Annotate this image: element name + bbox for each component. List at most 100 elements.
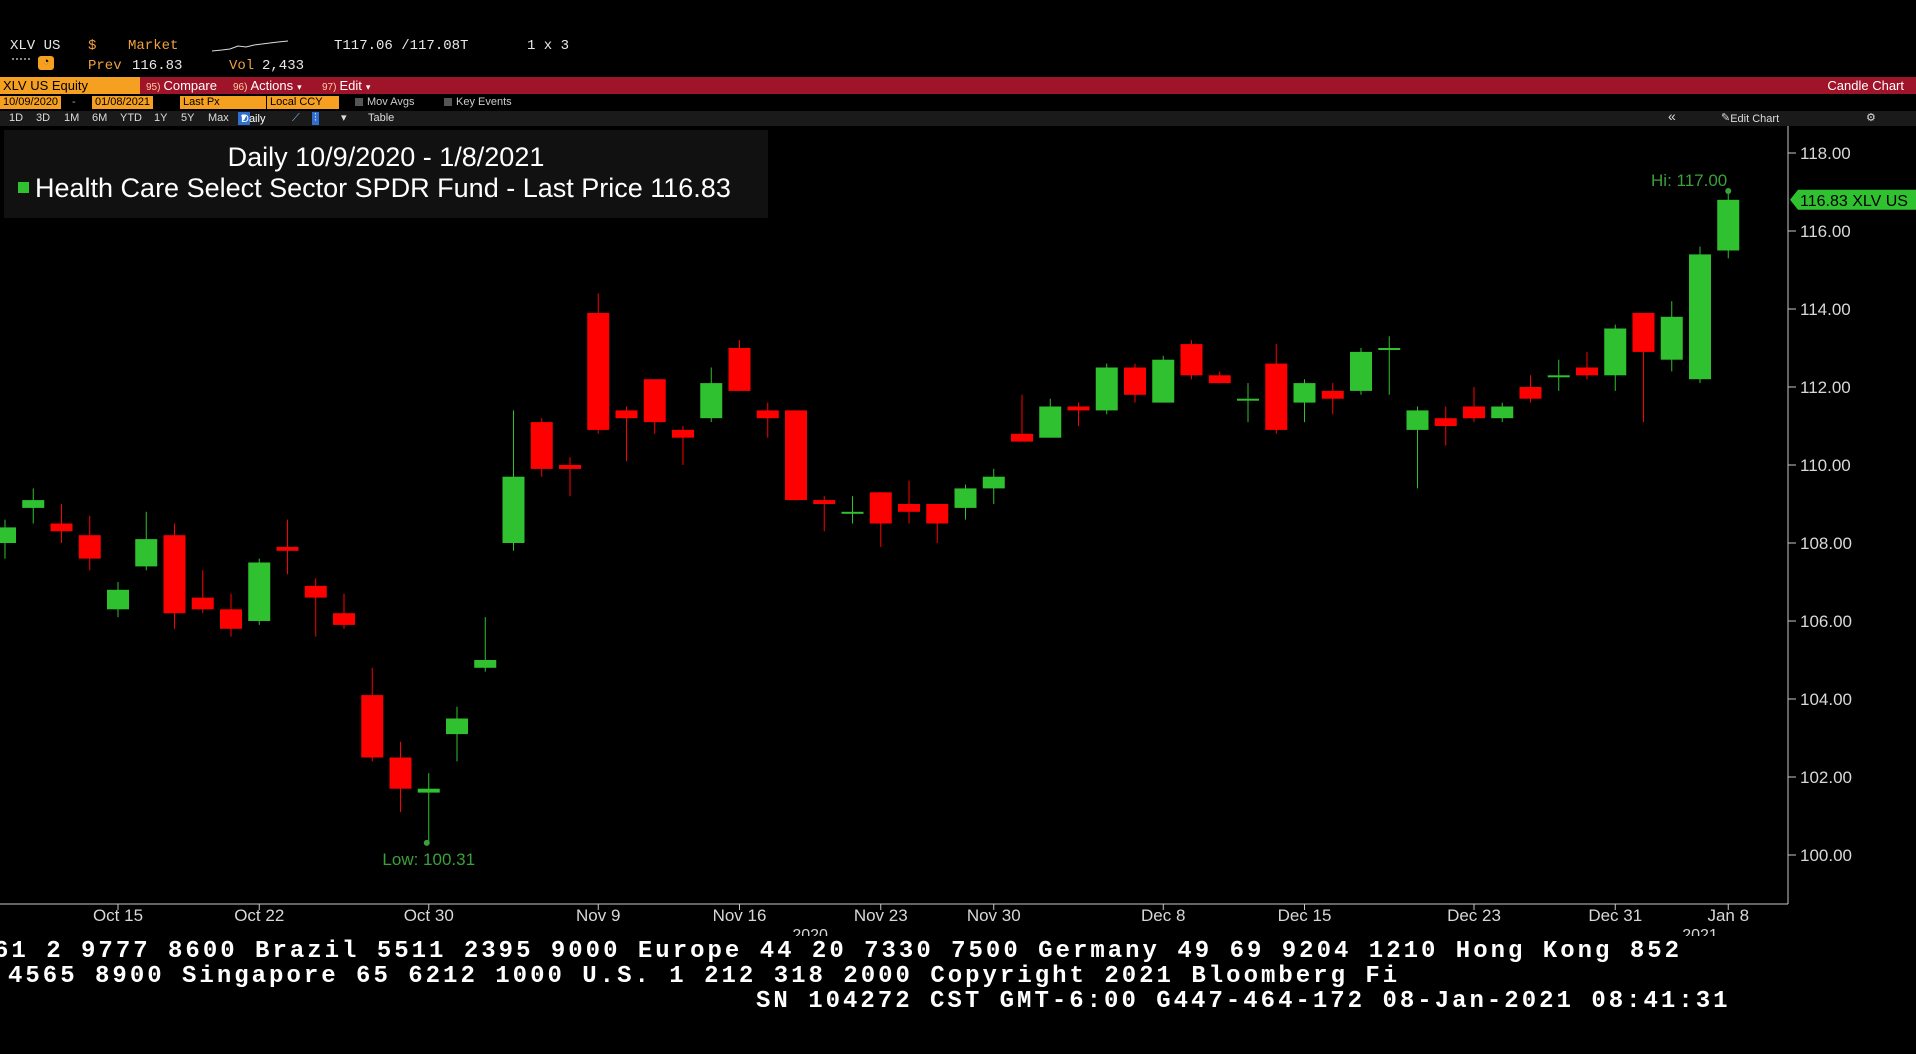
candle-body [0,527,16,543]
y-tick-label: 100.00 [1800,846,1852,865]
candle-body [587,312,610,430]
candle-body [1491,406,1514,419]
candle-chart[interactable]: 118.00 116.00 114.00 112.00 110.00 108.00 106.… [0,126,1916,936]
period-1y[interactable]: 1Y [154,112,167,125]
y-tick-label: 102.00 [1800,768,1852,787]
more-dropdown-icon[interactable]: ▾ [341,112,347,125]
x-tick-label: Nov 16 [713,906,767,925]
candle-body [1208,375,1231,384]
key-events-toggle[interactable]: Key Events [444,96,512,109]
candle-body [276,546,299,551]
candle-body [1378,348,1401,350]
candle-body [1519,387,1542,399]
candle-body [191,597,214,610]
collapse-icon[interactable]: « [1668,109,1676,123]
low-label: Low: 100.31 [382,850,475,869]
period-max[interactable]: Max [208,112,229,125]
gauge-icon[interactable]: ◔ [38,56,54,70]
candle-body [672,429,694,438]
gear-icon[interactable]: ⚙ [1866,112,1876,125]
edit-chart-button[interactable]: ✎ Edit Chart [1721,112,1779,125]
candle-body [1039,406,1062,438]
candle-body [1321,390,1344,399]
candle-body [1180,344,1203,376]
candle-body [1067,406,1090,411]
candle-body [304,585,327,598]
actions-dropdown-icon: ▾ [297,82,302,92]
security-field[interactable]: XLV US Equity [0,77,140,94]
candle-body [954,488,977,508]
candle-body [1717,199,1740,251]
candle-body [756,410,779,419]
vol-value: 2,433 [262,58,305,74]
year-label: 2021 [1682,927,1718,936]
y-tick-label: 108.00 [1800,534,1852,553]
line-chart-icon[interactable]: ⟋ [292,112,300,125]
actions-label: Actions [250,78,294,93]
x-tick-label: Oct 30 [404,906,454,925]
compare-label: Compare [163,78,217,93]
candle-body [1406,410,1429,430]
candle-body [1604,328,1627,376]
candle-body [841,511,864,514]
market-label: Market [128,38,179,54]
period-5y[interactable]: 5Y [181,112,194,125]
candle-body [417,788,440,793]
period-1d[interactable]: 1D [9,112,23,125]
edit-button[interactable]: 97) Edit ▾ [322,77,370,94]
candle-body [446,718,468,735]
x-tick-label: Dec 23 [1447,906,1501,925]
mov-avgs-toggle[interactable]: Mov Avgs [355,96,415,109]
candle-body [50,523,73,532]
price-field[interactable]: Last Px [180,96,266,109]
legend-series-label: Health Care Select Sector SPDR Fund - La… [35,173,731,203]
table-button[interactable]: Table [368,112,394,125]
candle-chart-icon[interactable]: ⫶ [312,112,319,125]
period-1m[interactable]: 1M [64,112,79,125]
frequency-daily-button[interactable]: Daily ▾ [238,112,265,125]
dots-icon [12,58,30,60]
compare-button[interactable]: 95) Compare [146,77,217,94]
x-tick-label: Nov 30 [967,906,1021,925]
bid-ask: T117.06 /117.08T [334,38,469,54]
candle-body [785,410,807,501]
date-separator: - [72,96,76,108]
end-date-field[interactable]: 01/08/2021 [92,96,154,109]
edit-dropdown-icon: ▾ [365,82,371,92]
edit-chart-label: Edit Chart [1730,113,1780,125]
legend-swatch [18,182,29,193]
footer: 61 2 9777 8600 Brazil 5511 2395 9000 Eur… [0,936,1916,1054]
x-tick-label: Oct 22 [234,906,284,925]
candle-body [474,660,497,668]
actions-button[interactable]: 96) Actions ▾ [233,77,302,94]
candle-body [1124,367,1146,395]
candle-body [220,609,242,629]
candle-body [700,383,723,419]
prev-value: 116.83 [132,58,183,74]
candle-body [982,476,1005,489]
candle-body [813,500,836,504]
hi-label: Hi: 117.00 [1651,171,1727,190]
prev-label: Prev [88,58,122,74]
chart-type-label: Candle Chart [1827,78,1904,93]
candle-body [22,500,45,508]
candle-body [728,348,751,391]
currency-field[interactable]: Local CCY [267,96,339,109]
edit-label: Edit [339,78,362,93]
footer-session-line: SN 104272 CST GMT-6:00 G447-464-172 08-J… [756,988,1731,1015]
period-6m[interactable]: 6M [92,112,107,125]
candle-body [107,589,129,610]
candle-body [1547,375,1570,378]
x-tick-label: Oct 15 [93,906,143,925]
period-row: 1D 3D 1M 6M YTD 1Y 5Y Max Daily ▾ ⟋ ⫶ ▾ … [0,109,1916,126]
candle-body [530,422,553,469]
y-tick-label: 106.00 [1800,612,1852,631]
period-ytd[interactable]: YTD [120,112,142,125]
start-date-field[interactable]: 10/09/2020 [0,96,62,109]
candle-body [1350,351,1372,391]
period-3d[interactable]: 3D [36,112,50,125]
vol-label: Vol [229,58,255,74]
actions-number: 96) [233,82,248,93]
candle-body [926,504,949,524]
candle-body [1237,398,1259,401]
